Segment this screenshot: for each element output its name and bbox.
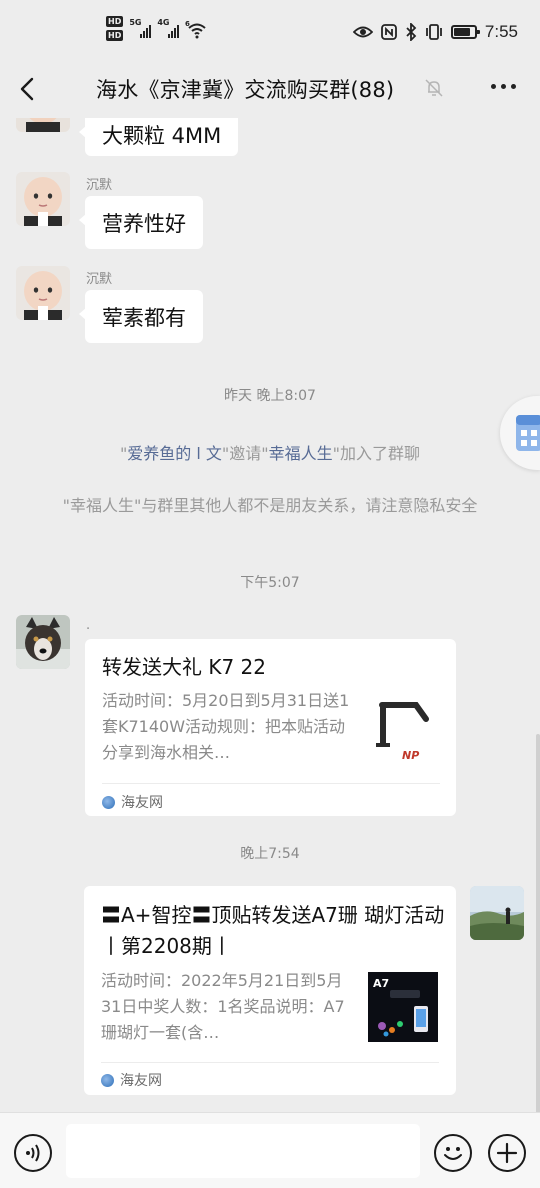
user-link[interactable]: 幸福人生 [269, 444, 333, 463]
avatar[interactable] [16, 118, 70, 132]
avatar[interactable] [16, 266, 70, 320]
battery-icon [450, 25, 480, 39]
message-text: 荤素都有 [102, 305, 186, 330]
more-functions-button[interactable] [488, 1134, 526, 1172]
vibrate-icon [426, 24, 442, 40]
wifi-icon: 6 [185, 20, 207, 38]
voice-icon [26, 1144, 40, 1162]
site-logo-icon [102, 795, 115, 809]
card-thumbnail: A7 [368, 972, 438, 1042]
avatar[interactable] [16, 615, 70, 669]
calendar-icon [516, 415, 540, 451]
message-text: 大颗粒 4MM [102, 124, 222, 148]
smiley-icon [444, 1147, 462, 1160]
network-indicators: HD HD 5G 4G 6 [106, 16, 209, 41]
svg-text:NP: NP [402, 749, 419, 762]
system-message-invite: "爱养鱼的 l 文"邀请"幸福人生"加入了群聊 [119, 444, 421, 463]
page-title: 海水《京津冀》交流购买群(88) [96, 78, 395, 102]
sender-name: . [86, 618, 91, 633]
clock: 7:55 [484, 22, 518, 41]
site-logo-icon [101, 1073, 114, 1087]
timestamp: 昨天 晚上8:07 [224, 388, 316, 404]
timestamp: 晚上7:54 [240, 846, 300, 862]
emoji-button[interactable] [434, 1134, 472, 1172]
message-input[interactable] [66, 1124, 420, 1178]
hd-badge: HD [106, 30, 124, 41]
chat-header: 海水《京津冀》交流购买群(88) [0, 60, 540, 118]
avatar[interactable] [470, 886, 524, 940]
timestamp: 下午5:07 [240, 575, 300, 591]
sender-name: 沉默 [86, 178, 113, 193]
signal-icon: 4G [157, 18, 180, 40]
hd-badge: HD [106, 16, 124, 27]
system-indicators: 7:55 [352, 22, 518, 42]
message-bubble[interactable]: 大颗粒 4MM [78, 118, 239, 156]
message-text: 营养性好 [102, 211, 186, 236]
sender-name: 沉默 [86, 272, 113, 287]
eye-icon [352, 26, 373, 38]
user-link[interactable]: 爱养鱼的 l 文 [127, 444, 222, 463]
message-bubble[interactable]: 营养性好 [79, 196, 203, 249]
mute-bell-icon [425, 79, 443, 97]
nfc-icon [381, 24, 397, 40]
card-source: 海友网 [101, 1070, 162, 1090]
link-card[interactable]: 转发送大礼 K7 22 活动时间：5月20日到5月31日送1套K7140W活动规… [85, 639, 456, 816]
system-message-privacy: "幸福人生"与群里其他人都不是朋友关系，请注意隐私安全 [62, 496, 478, 515]
svg-text:A7: A7 [373, 977, 389, 990]
card-description: 活动时间：2022年5月21日到5月31日中奖人数：1名奖品说明：A7珊瑚灯一套… [101, 971, 345, 1042]
bluetooth-icon [406, 23, 417, 41]
voice-input-button[interactable] [14, 1134, 52, 1172]
scrollbar[interactable] [536, 734, 540, 1112]
back-button[interactable] [14, 74, 44, 104]
message-bubble[interactable]: 荤素都有 [79, 290, 203, 343]
status-bar: HD HD 5G 4G 6 7:55 [0, 0, 540, 60]
card-description: 活动时间：5月20日到5月31日送1套K7140W活动规则：把本贴活动分享到海水… [102, 691, 350, 762]
card-title: 转发送大礼 K7 22 [102, 655, 267, 679]
more-options-button[interactable] [491, 84, 516, 89]
plus-icon [496, 1142, 518, 1164]
card-source: 海友网 [102, 792, 163, 812]
message-list[interactable]: 大颗粒 4MM 沉默 营养性好 沉默 荤素都有 昨天 晚上8:07 "爱养鱼的 … [0, 118, 540, 1112]
card-thumbnail: NP [368, 697, 438, 767]
avatar[interactable] [16, 172, 70, 226]
signal-icon: 5G [129, 18, 152, 40]
link-card[interactable]: 〓A+智控〓顶贴转发送A7珊 瑚灯活动丨第2208期丨 活动时间：2022年5月… [84, 886, 456, 1095]
input-bar [0, 1112, 540, 1188]
card-title: 〓A+智控〓顶贴转发送A7珊 瑚灯活动丨第2208期丨 [101, 903, 445, 958]
